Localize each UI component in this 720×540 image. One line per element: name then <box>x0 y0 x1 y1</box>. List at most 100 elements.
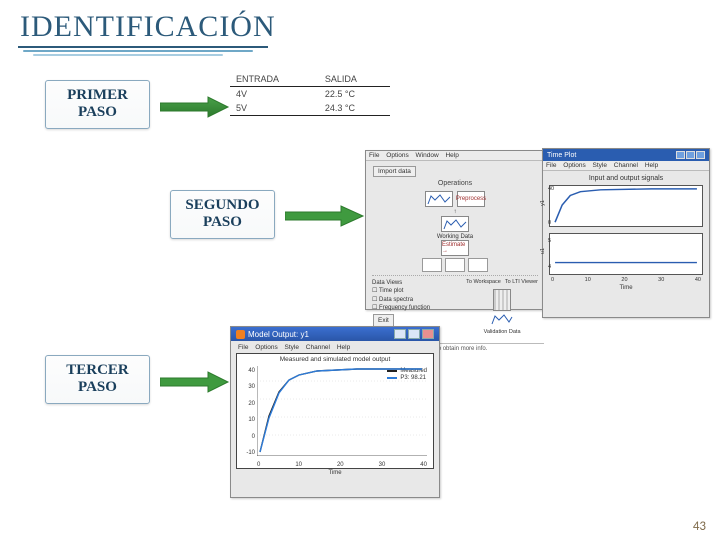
y-tick: 40 <box>548 186 554 192</box>
io-plot-window: Time Plot File Options Style Channel Hel… <box>542 148 710 318</box>
step-line: PRIMER <box>67 87 128 103</box>
menu-item[interactable]: File <box>238 344 248 351</box>
model-slot[interactable] <box>422 258 442 272</box>
cell: 24.3 °C <box>319 101 390 116</box>
menu-bar[interactable]: File Options Style Channel Help <box>236 344 434 351</box>
step-line: SEGUNDO <box>185 197 259 213</box>
step-line: TERCER <box>66 362 129 378</box>
preprocess-dropdown[interactable]: Preprocess <box>457 191 485 207</box>
th-entrada: ENTRADA <box>230 72 319 87</box>
x-tick: 0 <box>551 277 554 283</box>
minimize-icon[interactable] <box>394 329 406 339</box>
menu-item[interactable]: File <box>546 162 556 169</box>
app-icon <box>236 330 245 339</box>
y-tick: -10 <box>239 450 255 456</box>
model-output-window: Model Output: y1 File Options Style Chan… <box>230 326 440 498</box>
maximize-icon[interactable] <box>686 151 695 159</box>
x-tick: 10 <box>585 277 591 283</box>
window-title: Model Output: y1 <box>248 330 309 339</box>
menu-item[interactable]: Window <box>416 152 439 159</box>
title-underline <box>18 46 278 56</box>
menu-item[interactable]: Style <box>593 162 607 169</box>
minimize-icon[interactable] <box>676 151 685 159</box>
x-tick: 0 <box>257 462 260 468</box>
y-tick: 10 <box>239 417 255 423</box>
plot-title: Input and output signals <box>549 175 703 182</box>
x-tick: 30 <box>379 462 386 468</box>
step-primer-paso: PRIMER PASO <box>45 80 150 129</box>
working-data-icon[interactable] <box>441 216 469 232</box>
menu-item[interactable]: Help <box>337 344 350 351</box>
x-tick: 30 <box>658 277 664 283</box>
y-tick: 20 <box>239 401 255 407</box>
operations-label: Operations <box>372 180 538 187</box>
to-label: To LTI Viewer <box>505 279 538 287</box>
menu-bar[interactable]: File Options Window Help <box>366 151 544 161</box>
menu-item[interactable]: Options <box>563 162 585 169</box>
exit-button[interactable]: Exit <box>373 314 394 327</box>
x-label: Time <box>549 285 703 291</box>
trash-icon[interactable] <box>493 289 511 311</box>
window-title-bar[interactable]: Time Plot <box>543 149 709 161</box>
step-line: PASO <box>78 104 117 120</box>
menu-item[interactable]: Style <box>285 344 299 351</box>
step-tercer-paso: TERCER PASO <box>45 355 150 404</box>
menu-item[interactable]: Help <box>645 162 658 169</box>
estimate-dropdown[interactable]: Estimate → <box>441 240 469 256</box>
checkbox-label[interactable]: Data spectra <box>379 297 413 303</box>
y-axis: 40 30 20 10 0 -10 <box>239 368 255 456</box>
y-tick: 4 <box>548 264 551 270</box>
input-signal-chart: u1 5 4 <box>549 233 703 275</box>
x-tick: 20 <box>337 462 344 468</box>
menu-item[interactable]: Channel <box>614 162 638 169</box>
close-icon[interactable] <box>696 151 705 159</box>
menu-item[interactable]: Help <box>445 152 458 159</box>
cell: 5V <box>230 101 319 116</box>
y-tick: 5 <box>548 238 551 244</box>
entry-output-table: ENTRADA SALIDA 4V22.5 °C 5V24.3 °C <box>230 72 390 116</box>
model-slot[interactable] <box>468 258 488 272</box>
arrow-right-icon <box>285 204 365 228</box>
x-tick: 40 <box>695 277 701 283</box>
cell: 22.5 °C <box>319 87 390 102</box>
import-data-button[interactable]: Import data <box>373 166 416 177</box>
checkbox-label[interactable]: Time plot <box>379 288 403 294</box>
checkbox-label[interactable]: Frequency function <box>379 305 430 311</box>
window-title: Time Plot <box>547 152 576 159</box>
ident-tool-window: File Options Window Help Import data Ope… <box>365 150 545 310</box>
x-tick: 20 <box>621 277 627 283</box>
chart-title: Measured and simulated model output <box>237 356 433 363</box>
x-tick: 10 <box>295 462 302 468</box>
menu-bar[interactable]: File Options Style Channel Help <box>543 161 709 171</box>
y-tick: 30 <box>239 384 255 390</box>
y-tick: 0 <box>548 220 551 226</box>
to-label: To Workspace <box>466 279 501 287</box>
window-title-bar[interactable]: Model Output: y1 <box>231 327 439 341</box>
maximize-icon[interactable] <box>408 329 420 339</box>
step-line: PASO <box>78 379 117 395</box>
model-slot[interactable] <box>445 258 465 272</box>
x-axis: 0 10 20 30 40 <box>257 462 427 468</box>
arrow-right-icon <box>160 370 230 394</box>
y-tick: 40 <box>239 368 255 374</box>
cell: 4V <box>230 87 319 102</box>
arrow-right-icon <box>160 95 230 119</box>
validation-data-icon[interactable] <box>490 313 514 327</box>
model-slots <box>372 258 538 272</box>
menu-item[interactable]: Channel <box>306 344 330 351</box>
data-views-label: Data Views <box>372 279 430 287</box>
step-segundo-paso: SEGUNDO PASO <box>170 190 275 239</box>
validation-data-label: Validation Data <box>466 329 538 337</box>
data-icon[interactable] <box>425 191 453 207</box>
close-icon[interactable] <box>422 329 434 339</box>
menu-item[interactable]: Options <box>255 344 277 351</box>
x-tick: 40 <box>420 462 427 468</box>
step-line: PASO <box>203 214 242 230</box>
x-label: Time <box>236 470 434 476</box>
menu-item[interactable]: File <box>369 152 379 159</box>
th-salida: SALIDA <box>319 72 390 87</box>
output-signal-chart: y1 40 0 <box>549 185 703 227</box>
menu-item[interactable]: Options <box>386 152 408 159</box>
y-tick: 0 <box>239 434 255 440</box>
model-output-chart: Measured and simulated model output Meas… <box>236 353 434 469</box>
